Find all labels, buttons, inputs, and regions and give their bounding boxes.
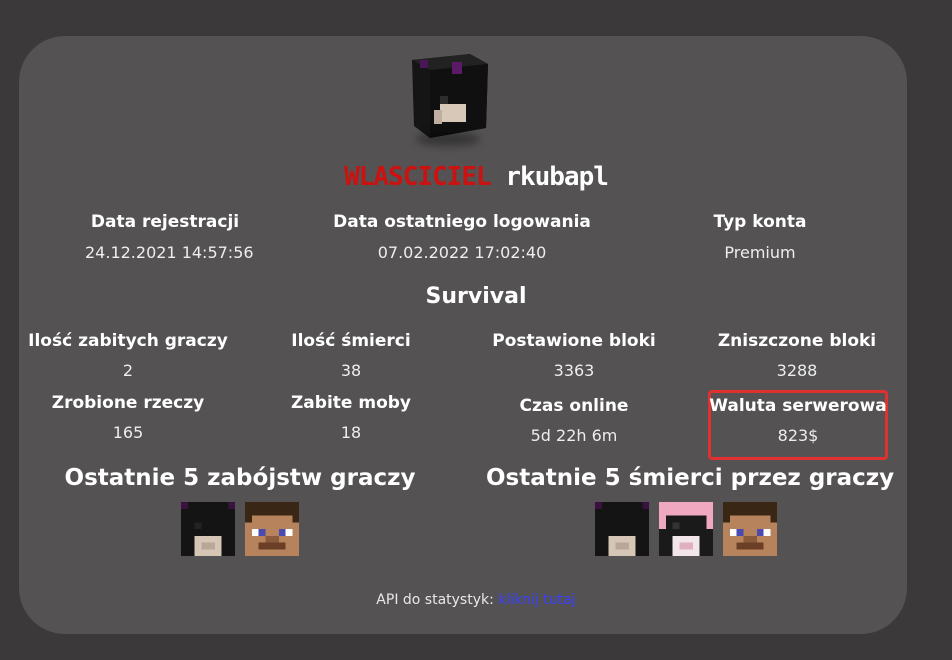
rank-label: WLASCICIEL <box>344 162 492 192</box>
stat-players-killed-label: Ilość zabitych graczy <box>28 331 228 351</box>
stat-blocks-broken-value: 3288 <box>776 361 818 380</box>
death-killer-enderman[interactable] <box>595 502 649 556</box>
api-link[interactable]: kliknij tutaj <box>498 592 575 608</box>
last-login-value: 07.02.2022 17:02:40 <box>377 243 547 262</box>
stat-deaths-value: 38 <box>340 361 362 380</box>
player-head-icon <box>412 54 488 138</box>
kill-victim-steve[interactable] <box>245 502 299 556</box>
stat-mobs-killed-value: 18 <box>340 423 362 442</box>
stat-deaths-label: Ilość śmierci <box>291 331 411 351</box>
survival-title: Survival <box>425 284 527 309</box>
steve-head-icon <box>245 502 299 556</box>
stat-blocks-placed-value: 3363 <box>553 361 595 380</box>
account-type-label: Typ konta <box>713 212 807 232</box>
last-login-label: Data ostatniego logowania <box>333 212 591 232</box>
stat-currency-value: 823$ <box>777 426 819 445</box>
stat-mobs-killed-label: Zabite moby <box>290 393 411 413</box>
stat-players-killed-value: 2 <box>122 361 134 380</box>
player-nickname: rkubapl <box>505 162 609 192</box>
steve-head-icon <box>723 502 777 556</box>
stat-items-crafted-label: Zrobione rzeczy <box>51 393 205 413</box>
pink-skin-head-icon <box>659 502 713 556</box>
enderman-head-icon <box>595 502 649 556</box>
recent-deaths-title: Ostatnie 5 śmierci przez graczy <box>486 465 895 491</box>
enderman-head-icon <box>181 502 235 556</box>
head-shadow <box>416 132 480 146</box>
stat-blocks-broken-label: Zniszczone bloki <box>717 331 877 351</box>
account-type-value: Premium <box>724 243 796 262</box>
player-name-line: WLASCICIEL rkubapl <box>0 162 952 192</box>
stat-items-crafted-value: 165 <box>112 423 144 442</box>
player-head <box>400 50 500 150</box>
registration-date-value: 24.12.2021 14:57:56 <box>85 243 254 262</box>
death-killer-steve[interactable] <box>723 502 777 556</box>
stat-blocks-placed-label: Postawione bloki <box>492 331 656 351</box>
api-footer-text: API do statystyk: <box>376 592 494 608</box>
stat-online-time-value: 5d 22h 6m <box>530 426 618 445</box>
api-footer: API do statystyk: kliknij tutaj <box>0 592 952 608</box>
kill-victim-enderman[interactable] <box>181 502 235 556</box>
registration-date-label: Data rejestracji <box>90 212 240 232</box>
death-killer-pink[interactable] <box>659 502 713 556</box>
stat-currency-label: Waluta serwerowa <box>709 396 887 416</box>
recent-kills-title: Ostatnie 5 zabójstw graczy <box>64 465 416 491</box>
stat-online-time-label: Czas online <box>519 396 629 416</box>
